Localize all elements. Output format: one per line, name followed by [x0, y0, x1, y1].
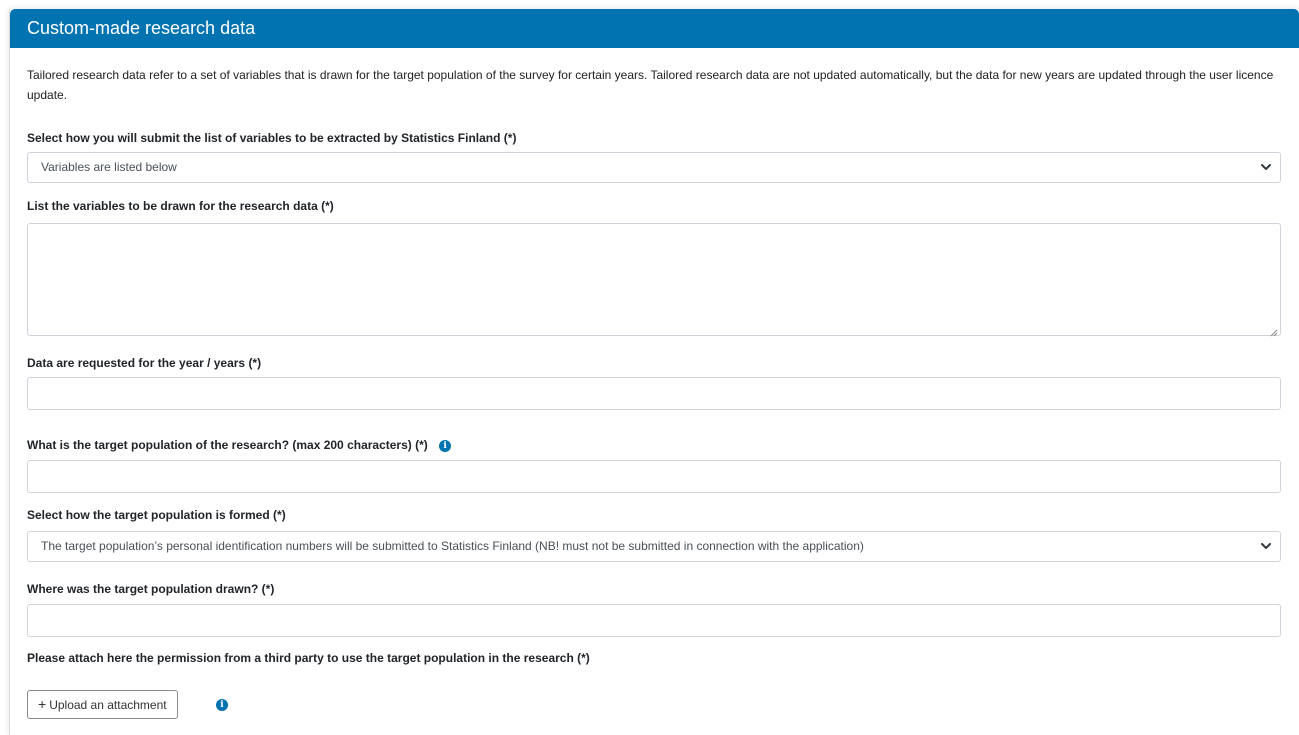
plus-icon: +	[38, 696, 47, 712]
years-input[interactable]	[27, 377, 1281, 410]
chevron-down-icon	[1260, 153, 1272, 182]
chevron-down-icon	[1260, 532, 1272, 561]
variables-list-label: List the variables to be drawn for the r…	[27, 199, 334, 213]
permission-attachment-label: Please attach here the permission from a…	[27, 651, 590, 665]
submit-method-label: Select how you will submit the list of v…	[27, 131, 517, 145]
submit-method-select[interactable]: Variables are listed below	[27, 152, 1281, 183]
upload-attachment-button[interactable]: + Upload an attachment	[27, 690, 178, 719]
info-icon[interactable]: i	[216, 699, 228, 711]
submit-method-value: Variables are listed below	[41, 160, 177, 174]
population-drawn-label: Where was the target population drawn? (…	[27, 582, 275, 596]
custom-research-data-panel: Custom-made research data Tailored resea…	[9, 9, 1299, 735]
resize-grip-icon[interactable]	[1269, 324, 1278, 337]
target-population-label-text: What is the target population of the res…	[27, 438, 428, 452]
target-population-label: What is the target population of the res…	[27, 437, 452, 453]
info-icon[interactable]: i	[439, 439, 452, 452]
panel-title: Custom-made research data	[10, 9, 1299, 48]
population-formed-label: Select how the target population is form…	[27, 508, 286, 522]
upload-attachment-label: Upload an attachment	[49, 698, 167, 712]
years-label: Data are requested for the year / years …	[27, 356, 262, 370]
intro-text: Tailored research data refer to a set of…	[27, 68, 1274, 102]
population-formed-select[interactable]: The target population’s personal identif…	[27, 531, 1281, 562]
target-population-input[interactable]	[27, 460, 1281, 493]
population-formed-value: The target population’s personal identif…	[41, 539, 864, 553]
variables-list-textarea[interactable]	[27, 223, 1281, 337]
population-drawn-input[interactable]	[27, 604, 1281, 637]
